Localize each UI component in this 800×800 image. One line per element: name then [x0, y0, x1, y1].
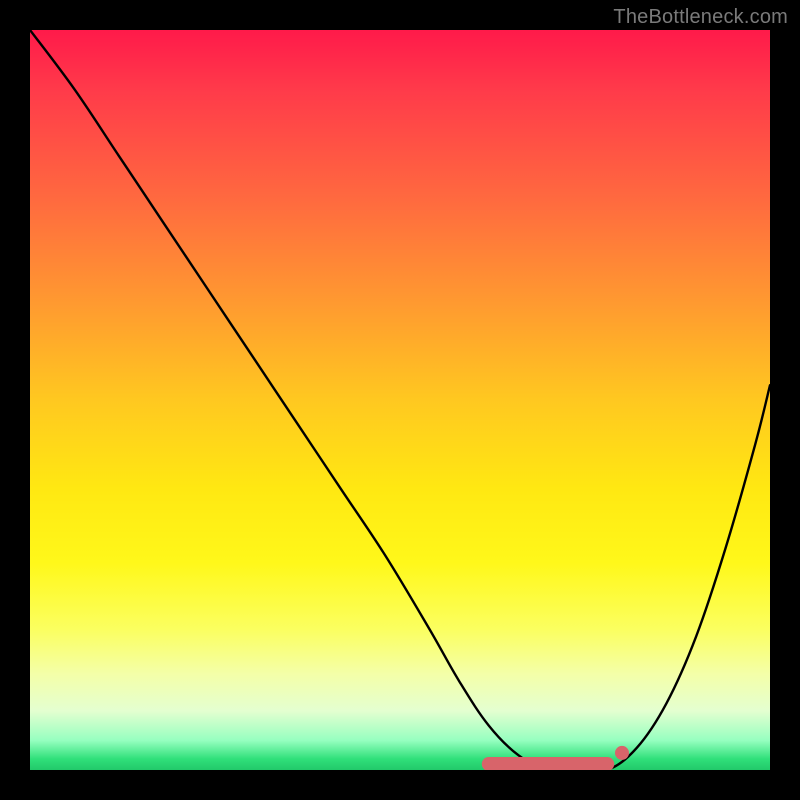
chart-frame: TheBottleneck.com [0, 0, 800, 800]
plot-area [30, 30, 770, 770]
bottleneck-curve [30, 30, 770, 770]
watermark-text: TheBottleneck.com [613, 6, 788, 29]
end-dot-marker [615, 746, 629, 760]
curve-layer [30, 30, 770, 770]
